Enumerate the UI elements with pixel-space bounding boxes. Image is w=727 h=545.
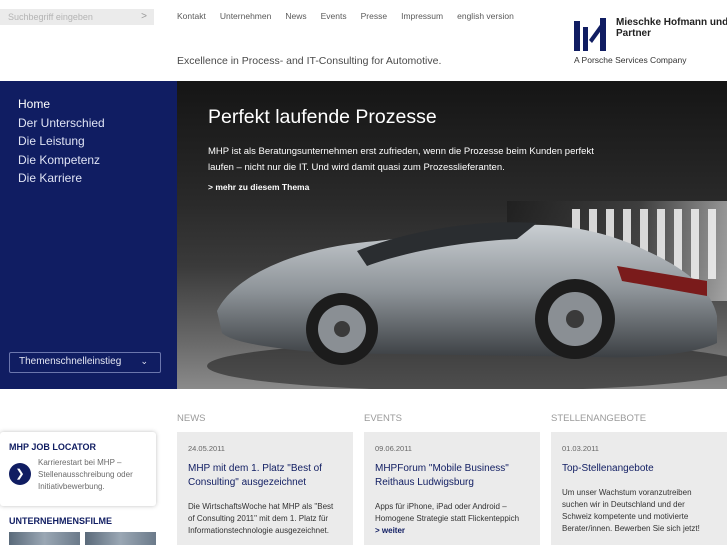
mhp-logo-icon [574, 18, 606, 51]
job-locator-title: MHP JOB LOCATOR [9, 442, 97, 452]
topnav-impressum[interactable]: Impressum [401, 11, 443, 21]
events-headline[interactable]: MHPForum "Mobile Business" Reithaus Ludw… [375, 462, 529, 490]
job-locator-text: Karrierestart bei MHP – Stellenausschrei… [38, 458, 133, 491]
side-navigation: Home Der Unterschied Die Leistung Die Ko… [0, 81, 177, 389]
search-input[interactable]: Suchbegriff eingeben > [0, 9, 154, 25]
logo-subtitle: A Porsche Services Company [574, 55, 687, 65]
chevron-right-icon[interactable]: > [141, 11, 147, 22]
company-films-thumbnails[interactable] [9, 532, 156, 545]
events-column: EVENTS 09.06.2011 MHPForum "Mobile Busin… [364, 413, 540, 545]
topnav-presse[interactable]: Presse [361, 11, 387, 21]
topnav-unternehmen[interactable]: Unternehmen [220, 11, 272, 21]
events-text-body: Apps für iPhone, iPad oder Android – Hom… [375, 502, 520, 523]
news-date: 24.05.2011 [188, 444, 225, 453]
sidenav-item-unterschied[interactable]: Der Unterschied [18, 114, 177, 133]
events-date: 09.06.2011 [375, 444, 412, 453]
topnav-news[interactable]: News [285, 11, 306, 21]
film-thumbnail[interactable] [85, 532, 156, 545]
news-heading: NEWS [177, 413, 206, 424]
news-text: Die WirtschaftsWoche hat MHP als "Best o… [188, 502, 334, 535]
events-more-link[interactable]: > weiter [375, 526, 405, 535]
topnav-english-version[interactable]: english version [457, 11, 514, 21]
sidenav-item-karriere[interactable]: Die Karriere [18, 169, 177, 188]
company-films-heading: UNTERNEHMENSFILME [9, 516, 112, 526]
hero-title: Perfekt laufende Prozesse [208, 106, 437, 128]
search-placeholder: Suchbegriff eingeben [8, 12, 93, 22]
events-card[interactable]: 09.06.2011 MHPForum "Mobile Business" Re… [364, 432, 540, 545]
top-navigation: Kontakt Unternehmen News Events Presse I… [177, 11, 528, 21]
news-card[interactable]: 24.05.2011 MHP mit dem 1. Platz "Best of… [177, 432, 353, 545]
topnav-events[interactable]: Events [321, 11, 347, 21]
sidenav-item-kompetenz[interactable]: Die Kompetenz [18, 151, 177, 170]
topic-quick-select-label: Themenschnelleinstieg [19, 356, 122, 367]
jobs-heading: STELLENANGEBOTE [551, 413, 647, 424]
hero-banner: Perfekt laufende Prozesse MHP ist als Be… [177, 81, 727, 389]
jobs-card[interactable]: 01.03.2011 Top-Stellenangebote Um unser … [551, 432, 727, 545]
job-locator-box[interactable]: MHP JOB LOCATOR ❯ Karrierestart bei MHP … [0, 432, 156, 506]
news-headline[interactable]: MHP mit dem 1. Platz "Best of Consulting… [188, 462, 342, 490]
sidenav-item-leistung[interactable]: Die Leistung [18, 132, 177, 151]
jobs-text: Um unser Wachstum voranzutreiben suchen … [562, 488, 700, 533]
chevron-down-icon: ⌄ [140, 356, 148, 366]
events-text: Apps für iPhone, iPad oder Android – Hom… [375, 501, 529, 537]
jobs-column: STELLENANGEBOTE 01.03.2011 Top-Stellenan… [551, 413, 727, 545]
news-column: NEWS 24.05.2011 MHP mit dem 1. Platz "Be… [177, 413, 353, 545]
film-thumbnail[interactable] [9, 532, 80, 545]
jobs-date: 01.03.2011 [562, 444, 599, 453]
tagline: Excellence in Process- and IT-Consulting… [177, 55, 442, 67]
hero-text: MHP ist als Beratungsunternehmen erst zu… [208, 146, 594, 173]
sidenav-item-home[interactable]: Home [18, 95, 177, 114]
events-heading: EVENTS [364, 413, 403, 424]
topic-quick-select[interactable]: Themenschnelleinstieg ⌄ [9, 352, 161, 373]
jobs-headline[interactable]: Top-Stellenangebote [562, 462, 716, 476]
arrow-right-icon[interactable]: ❯ [9, 463, 31, 485]
logo-name: Mieschke Hofmann und Partner [616, 17, 727, 39]
hero-more-link[interactable]: > mehr zu diesem Thema [208, 182, 309, 192]
topnav-kontakt[interactable]: Kontakt [177, 11, 206, 21]
